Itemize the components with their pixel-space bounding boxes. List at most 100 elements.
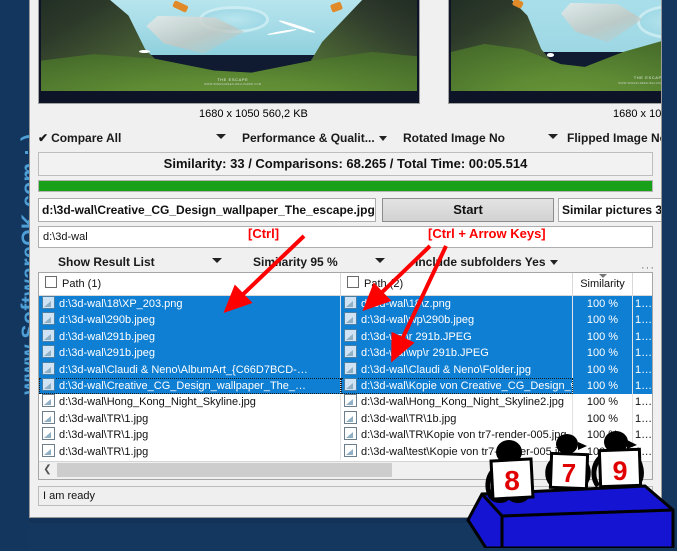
image-file-icon [42, 443, 55, 457]
cell-path2-label: d:\3d-wal\18\z.png [361, 298, 451, 310]
table-row[interactable]: d:\3d-wal\290b.jpeg d:\3d-wal\wp\290b.jpe… [39, 312, 652, 329]
checkbox-icon[interactable] [45, 276, 57, 288]
rotated-image-dropdown[interactable]: Rotated Image No [403, 129, 505, 147]
cell-path2-label: d:\3d-wal\r 291b.JPEG [361, 330, 472, 343]
table-row[interactable]: d:\3d-wal\Creative_CG_Design_wallpaper_T… [39, 377, 652, 395]
cell-path2[interactable]: d:\3d-wal\wp\290b.jpeg [341, 312, 573, 329]
image-file-icon [42, 410, 55, 424]
image-file-icon [42, 361, 55, 375]
cell-path2[interactable]: d:\3d-wal\18\z.png [341, 296, 573, 313]
cell-more: 1… [633, 296, 652, 313]
cell-path1-label: d:\3d-wal\Hong_Kong_Night_Skyline.jpg [59, 396, 256, 409]
preview-pane-right[interactable]: THE ESCAPE WWW.WIDESCREEN-WALLPAPER.COM [448, 0, 661, 104]
performance-quality-dropdown[interactable]: Performance & Qualit... [242, 129, 387, 147]
table-row[interactable]: d:\3d-wal\Claudi & Neno\AlbumArt_{C66D7B… [39, 361, 652, 378]
cell-similarity: 100 % [573, 394, 633, 411]
current-file-field[interactable]: d:\3d-wal\Creative_CG_Design_wallpaper_T… [38, 198, 376, 222]
image-file-icon [344, 328, 357, 342]
table-row[interactable]: d:\3d-wal\291b.jpeg d:\3d-wal\wp\r 291b.J… [39, 345, 652, 362]
cell-similarity: 100 % [573, 377, 633, 395]
image-file-icon [344, 377, 357, 391]
image-file-icon [344, 410, 357, 424]
cell-path1-label: d:\3d-wal\TR\1.jpg [59, 445, 149, 458]
similarity-summary: Similarity: 33 / Comparisons: 68.265 / T… [38, 152, 653, 176]
flipped-image-dropdown[interactable]: Flipped Image No [567, 129, 661, 147]
cell-path1[interactable]: d:\3d-wal\TR\1.jpg [39, 410, 341, 428]
cell-path1[interactable]: d:\3d-wal\291b.jpeg [39, 328, 341, 346]
cell-path1[interactable]: d:\3d-wal\Hong_Kong_Night_Skyline.jpg [39, 394, 341, 411]
include-subfolders-dropdown[interactable]: Include subfolders Yes [415, 253, 558, 271]
preview-image-right: THE ESCAPE WWW.WIDESCREEN-WALLPAPER.COM [451, 0, 661, 91]
cell-path2-label: d:\3d-wal\TR\1b.jpg [361, 412, 457, 425]
cell-path2[interactable]: d:\3d-wal\Claudi & Neno\Folder.jpg [341, 361, 573, 378]
image-file-icon [42, 296, 55, 309]
column-header-path2[interactable]: Path (2) [341, 273, 573, 295]
image-file-icon [344, 345, 357, 359]
svg-text:8: 8 [504, 465, 520, 496]
results-list-header: Path (1) Path (2) Similarity [39, 273, 652, 296]
image-file-icon [344, 312, 357, 326]
compare-all-label: Compare All [51, 131, 122, 145]
cell-path2[interactable]: d:\3d-wal\r 291b.JPEG [341, 328, 573, 346]
cell-more: 1… [633, 312, 652, 329]
cell-similarity: 100 % [573, 296, 633, 313]
overlay-title: THE ESCAPE [217, 76, 249, 82]
cell-path1[interactable]: d:\3d-wal\TR\1.jpg [39, 427, 341, 444]
show-result-list-label: Show Result List [58, 255, 155, 269]
cell-path1[interactable]: d:\3d-wal\Claudi & Neno\AlbumArt_{C66D7B… [39, 361, 341, 378]
cell-path2-label: d:\3d-wal\wp\290b.jpeg [361, 314, 475, 327]
column-header-path1-label: Path (1) [62, 278, 102, 290]
similarity-threshold-dropdown[interactable]: Similarity 95 % [253, 253, 338, 271]
chevron-down-icon[interactable] [548, 134, 558, 139]
svg-text:7: 7 [562, 458, 576, 488]
rotated-image-label: Rotated Image No [403, 131, 506, 145]
cell-path1[interactable]: d:\3d-wal\18\XP_203.png [39, 296, 341, 313]
column-header-path1[interactable]: Path (1) [39, 273, 341, 295]
overlay-subtitle: WWW.WIDESCREEN-WALLPAPER.COM [204, 83, 262, 87]
similar-pictures-info: Similar pictures 33, Time 0 [558, 198, 661, 222]
cell-similarity: 100 % [573, 361, 633, 378]
cell-similarity: 100 % [573, 345, 633, 362]
cell-path2[interactable]: d:\3d-wal\Hong_Kong_Night_Skyline2.jpg [341, 394, 573, 411]
preview-area: THE ESCAPE WWW.WIDESCREEN-WALLPAPER.COM … [30, 0, 661, 120]
table-row[interactable]: d:\3d-wal\18\XP_203.png d:\3d-wal\18\z.pn… [39, 296, 652, 313]
chevron-down-icon [378, 136, 387, 142]
table-row[interactable]: d:\3d-wal\291b.jpeg d:\3d-wal\r 291b.JPEG… [39, 328, 652, 346]
preview-caption-left: 1680 x 1050 560,2 KB [199, 108, 308, 120]
show-result-list-dropdown[interactable]: Show Result List [58, 253, 155, 271]
checkbox-icon[interactable] [347, 276, 359, 288]
cartoon-svg: 8 7 9 [466, 431, 675, 550]
column-header-more[interactable] [633, 273, 652, 295]
progress-bar-fill [39, 181, 652, 191]
image-file-icon [344, 443, 357, 457]
chevron-down-icon[interactable] [212, 258, 222, 263]
preview-pane-left[interactable]: THE ESCAPE WWW.WIDESCREEN-WALLPAPER.COM [38, 0, 420, 104]
folder-path-input[interactable]: d:\3d-wal [38, 226, 653, 248]
watermark-text: www.SoftwareOK.com :-) [18, 133, 29, 395]
cell-path2[interactable]: d:\3d-wal\Kopie von Creative_CG_Design_w… [341, 377, 573, 395]
cell-path1-label: d:\3d-wal\291b.jpeg [59, 330, 156, 343]
start-button[interactable]: Start [382, 198, 554, 222]
scroll-left-icon[interactable]: ❮ [39, 462, 56, 479]
cell-path1[interactable]: d:\3d-wal\TR\1.jpg [39, 443, 341, 460]
cell-path1[interactable]: d:\3d-wal\Creative_CG_Design_wallpaper_T… [39, 377, 341, 395]
column-header-similarity[interactable]: Similarity [573, 273, 633, 295]
cell-more: 1… [633, 345, 652, 362]
cartoon-figures: 8 7 9 [430, 424, 677, 550]
cell-path1[interactable]: d:\3d-wal\291b.jpeg [39, 345, 341, 362]
chevron-down-icon[interactable] [375, 258, 385, 263]
cell-path1-label: d:\3d-wal\TR\1.jpg [59, 429, 149, 442]
progress-bar [38, 180, 653, 192]
cell-path1[interactable]: d:\3d-wal\290b.jpeg [39, 312, 341, 329]
scrollbar-thumb[interactable] [57, 463, 392, 477]
file-row: d:\3d-wal\Creative_CG_Design_wallpaper_T… [38, 198, 661, 222]
cell-more: 1… [633, 394, 652, 410]
table-row[interactable]: d:\3d-wal\Hong_Kong_Night_Skyline.jpg d:\… [39, 394, 652, 411]
cell-similarity: 100 % [573, 312, 633, 329]
image-file-icon [42, 345, 55, 359]
cartoon-figure-8: 8 [485, 440, 535, 503]
cell-path2[interactable]: d:\3d-wal\wp\r 291b.JPEG [341, 345, 573, 362]
cell-path2-label: d:\3d-wal\Kopie von Creative_CG_Design_w… [361, 379, 572, 392]
chevron-down-icon[interactable] [216, 134, 226, 139]
compare-all-dropdown[interactable]: ✔ Compare All [38, 129, 121, 147]
